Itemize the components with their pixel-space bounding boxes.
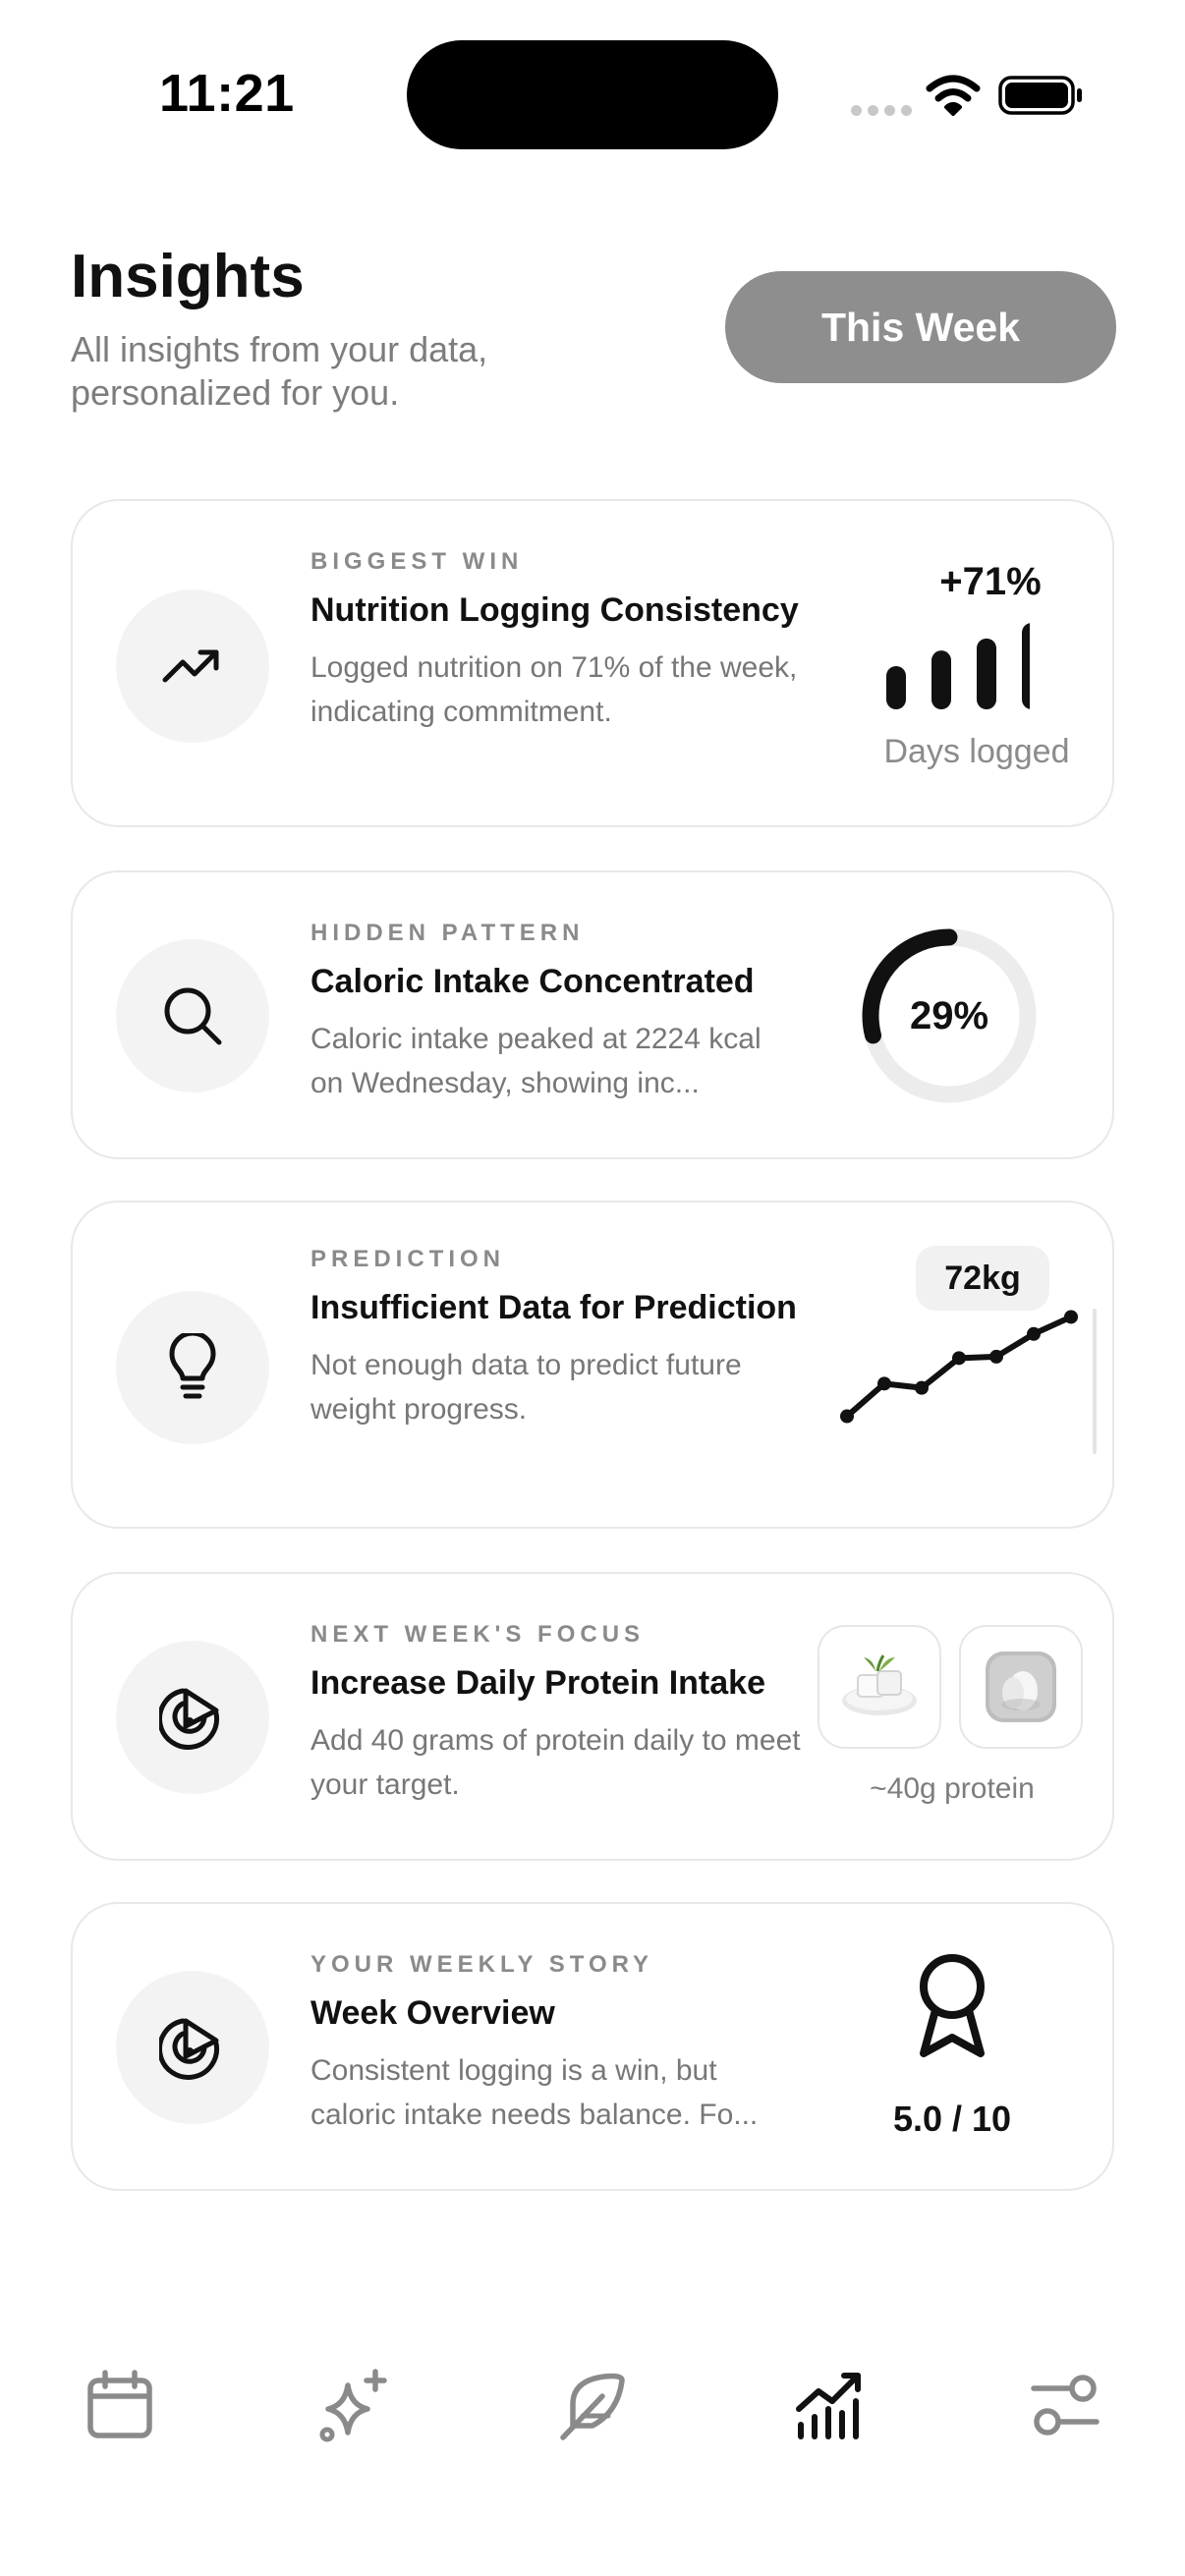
cellular-signal-icon xyxy=(851,105,912,116)
card-description: Not enough data to predict future weight… xyxy=(310,1349,742,1426)
sparkles-icon xyxy=(319,2369,387,2442)
time-range-button[interactable]: This Week xyxy=(725,271,1116,383)
icon-circle xyxy=(116,939,269,1092)
target-icon xyxy=(159,1688,219,1750)
feather-icon xyxy=(560,2373,625,2440)
trending-up-icon xyxy=(162,649,219,683)
page-subtitle: All insights from your data, personalize… xyxy=(71,329,488,413)
chart-icon xyxy=(796,2373,861,2439)
tofu-food-image xyxy=(842,1654,917,1715)
trend-point xyxy=(915,1380,929,1395)
trend-point xyxy=(1064,1310,1078,1324)
card-eyebrow: PREDICTION xyxy=(310,1246,506,1272)
target-icon xyxy=(159,2018,219,2080)
food-tile-eggs[interactable] xyxy=(959,1625,1083,1749)
sliders-icon xyxy=(1031,2375,1100,2436)
predicted-weight-badge: 72kg xyxy=(916,1246,1049,1311)
insight-card-next-week-focus[interactable]: NEXT WEEK'S FOCUS Increase Daily Protein… xyxy=(71,1572,1114,1861)
trend-point xyxy=(989,1349,1003,1364)
icon-circle xyxy=(116,1971,269,2124)
card-description: Add 40 grams of protein daily to meet yo… xyxy=(310,1724,801,1801)
icon-circle xyxy=(116,1291,269,1444)
trend-point xyxy=(877,1376,891,1391)
insight-card-weekly-story[interactable]: YOUR WEEKLY STORY Week Overview Consiste… xyxy=(71,1902,1114,2191)
trend-point xyxy=(840,1409,854,1424)
tab-journal[interactable] xyxy=(554,2366,633,2444)
days-logged-bar xyxy=(977,638,996,709)
battery-icon xyxy=(998,76,1082,115)
lightbulb-icon xyxy=(169,1333,216,1399)
card-description: Consistent logging is a win, but caloric… xyxy=(310,2054,759,2131)
metric-value: +71% xyxy=(939,560,1042,603)
protein-caption: ~40g protein xyxy=(870,1772,1035,1805)
dynamic-island xyxy=(407,40,778,149)
calendar-icon xyxy=(87,2370,152,2438)
days-logged-bar xyxy=(931,650,951,709)
eggs-food-image xyxy=(986,1652,1056,1722)
days-logged-bar xyxy=(1022,623,1030,709)
icon-circle xyxy=(116,1641,269,1794)
card-eyebrow: YOUR WEEKLY STORY xyxy=(310,1951,654,1978)
insight-card-biggest-win[interactable]: BIGGEST WIN Nutrition Logging Consistenc… xyxy=(71,499,1114,827)
tab-settings[interactable] xyxy=(1026,2366,1104,2444)
insight-card-prediction[interactable]: PREDICTION Insufficient Data for Predict… xyxy=(71,1201,1114,1529)
food-tile-tofu[interactable] xyxy=(818,1625,941,1749)
search-icon xyxy=(164,987,222,1045)
tab-sparkles[interactable] xyxy=(316,2366,395,2444)
days-logged-bar xyxy=(886,666,906,709)
weekly-score: 5.0 / 10 xyxy=(892,2099,1012,2139)
card-title: Caloric Intake Concentrated xyxy=(310,963,755,1000)
award-icon xyxy=(920,1954,985,2057)
status-bar: 11:21 xyxy=(0,0,1185,157)
days-logged-bars xyxy=(886,623,1030,709)
trend-point xyxy=(1027,1326,1041,1341)
card-title: Week Overview xyxy=(310,1994,555,2032)
tab-calendar[interactable] xyxy=(81,2366,159,2444)
metric-value: 29% xyxy=(909,993,989,1037)
card-description: Logged nutrition on 71% of the week, ind… xyxy=(310,651,798,728)
card-eyebrow: NEXT WEEK'S FOCUS xyxy=(310,1621,646,1648)
page-title: Insights xyxy=(71,243,305,310)
home-indicator xyxy=(395,2543,790,2554)
wifi-icon xyxy=(926,75,981,116)
card-description: Caloric intake peaked at 2224 kcal on We… xyxy=(310,1023,762,1099)
metric-caption: Days logged xyxy=(883,733,1070,770)
icon-circle xyxy=(116,589,269,743)
card-title: Insufficient Data for Prediction xyxy=(310,1289,797,1326)
tab-insights[interactable] xyxy=(790,2366,869,2444)
insight-card-hidden-pattern[interactable]: HIDDEN PATTERN Caloric Intake Concentrat… xyxy=(71,870,1114,1159)
card-title: Increase Daily Protein Intake xyxy=(310,1664,765,1702)
status-time: 11:21 xyxy=(159,64,295,123)
card-eyebrow: HIDDEN PATTERN xyxy=(310,920,585,946)
card-title: Nutrition Logging Consistency xyxy=(310,591,799,629)
trend-point xyxy=(952,1351,966,1366)
card-eyebrow: BIGGEST WIN xyxy=(310,548,524,575)
